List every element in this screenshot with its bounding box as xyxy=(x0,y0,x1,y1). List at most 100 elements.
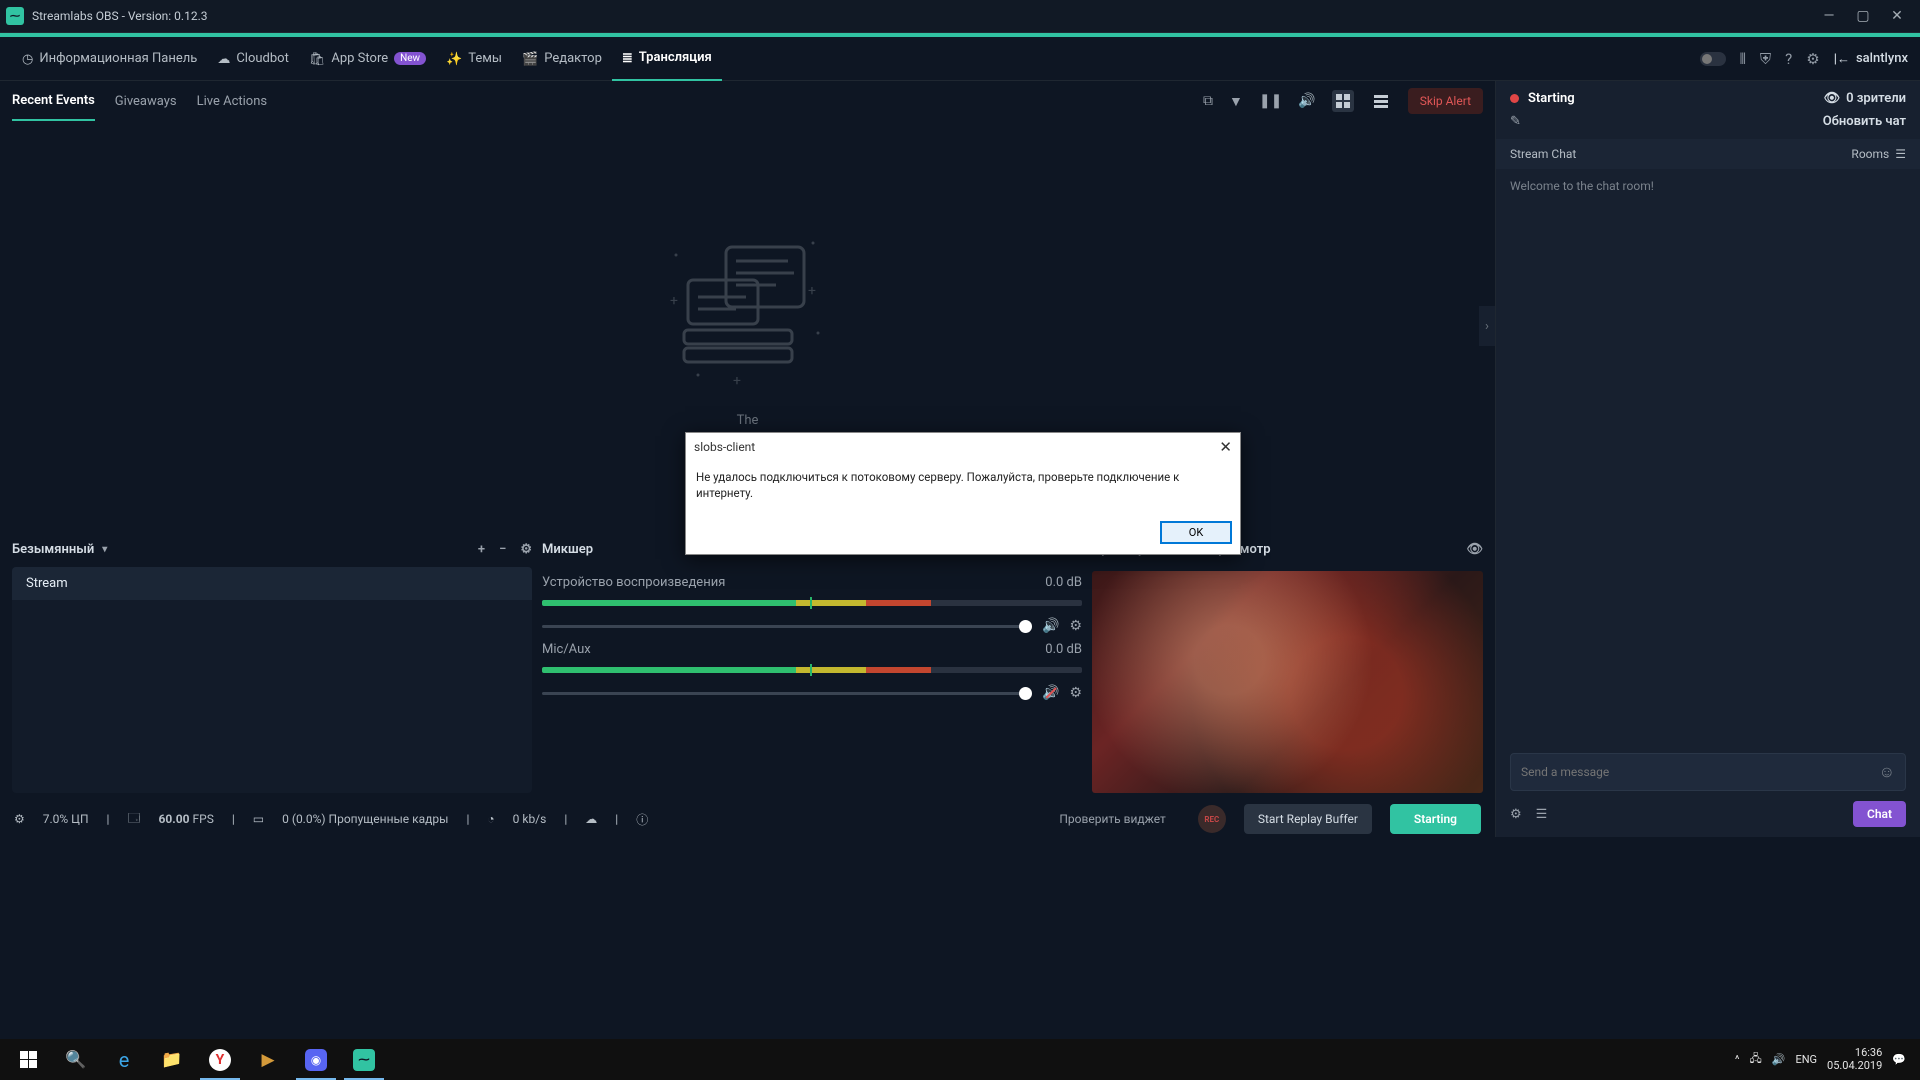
volume-slider[interactable] xyxy=(542,625,1032,628)
nav-editor[interactable]: 🎬Редактор xyxy=(512,37,612,81)
minimize-button[interactable]: ― xyxy=(1812,0,1846,33)
logout-icon: |← xyxy=(1834,51,1850,67)
speaker-muted-icon[interactable]: 🔊 xyxy=(1042,685,1059,701)
app-logo-icon: ⁓ xyxy=(6,7,24,25)
dialog-ok-button[interactable]: OK xyxy=(1160,521,1232,544)
cloud-status-icon[interactable]: ☁ xyxy=(585,812,597,826)
source-settings-button[interactable]: ⚙ xyxy=(520,542,532,557)
night-mode-toggle[interactable] xyxy=(1700,52,1726,66)
tray-notifications-icon[interactable]: 💬 xyxy=(1892,1053,1906,1066)
tray-clock[interactable]: 16:3605.04.2019 xyxy=(1827,1047,1882,1072)
add-source-button[interactable]: + xyxy=(478,542,485,557)
nav-live-label: Трансляция xyxy=(639,50,712,65)
nav-cloudbot[interactable]: ☁Cloudbot xyxy=(207,37,299,81)
nav-live[interactable]: ≣Трансляция xyxy=(612,37,722,81)
grid-view-icon[interactable] xyxy=(1332,90,1354,112)
taskbar-slobs[interactable]: ⁓ xyxy=(340,1039,388,1080)
taskbar-yandex[interactable]: Y xyxy=(196,1039,244,1080)
preview-canvas[interactable] xyxy=(1092,571,1483,793)
send-chat-button[interactable]: Chat xyxy=(1853,801,1906,827)
nav-editor-label: Редактор xyxy=(544,51,602,66)
mixer-item-name: Устройство воспроизведения xyxy=(542,575,725,590)
dashboard-icon: ◷ xyxy=(22,51,33,67)
settings-icon[interactable]: ⚙ xyxy=(1806,50,1819,68)
stream-status: Starting xyxy=(1528,91,1824,106)
nav-appstore[interactable]: 🛍App StoreNew xyxy=(299,37,436,81)
mute-alerts-icon[interactable]: 🔊 xyxy=(1298,93,1315,109)
skip-alert-button[interactable]: Skip Alert xyxy=(1408,88,1483,114)
expand-sidebar-button[interactable]: › xyxy=(1479,306,1495,346)
tray-expand-icon[interactable]: ^ xyxy=(1735,1053,1740,1066)
dropped-icon: ▭ xyxy=(253,812,264,826)
tray-network-icon[interactable]: 🖧 xyxy=(1749,1050,1761,1069)
mixer-item-settings-icon[interactable]: ⚙ xyxy=(1069,618,1082,634)
start-replay-button[interactable]: Start Replay Buffer xyxy=(1244,804,1372,834)
chat-input[interactable] xyxy=(1521,765,1879,779)
nav-themes-label: Темы xyxy=(468,51,502,66)
nav-dashboard[interactable]: ◷Информационная Панель xyxy=(12,37,207,81)
tray-time: 16:36 xyxy=(1827,1047,1882,1060)
mixer-item-name: Mic/Aux xyxy=(542,642,591,657)
svg-text:+: + xyxy=(670,293,678,309)
user-menu[interactable]: |← salntlynx xyxy=(1834,51,1908,67)
window-title: Streamlabs OBS - Version: 0.12.3 xyxy=(32,9,207,23)
cpu-usage: 7.0% ЦП xyxy=(43,812,89,826)
maximize-button[interactable]: ▢ xyxy=(1846,0,1880,33)
go-live-button[interactable]: Starting xyxy=(1390,804,1481,834)
list-view-icon[interactable] xyxy=(1370,90,1392,112)
taskbar-explorer[interactable]: 📁 xyxy=(148,1039,196,1080)
mixer-item-settings-icon[interactable]: ⚙ xyxy=(1069,685,1082,701)
username-label: salntlynx xyxy=(1856,51,1908,66)
mixer-title: Микшер xyxy=(542,542,593,557)
mixer-panel: Микшер ⚙ Устройство воспроизведения0.0 d… xyxy=(542,531,1082,793)
titlebar: ⁓ Streamlabs OBS - Version: 0.12.3 ― ▢ ✕ xyxy=(0,0,1920,33)
tab-giveaways[interactable]: Giveaways xyxy=(115,81,177,121)
bitrate-icon: ◔ xyxy=(487,812,494,826)
search-button[interactable]: 🔍 xyxy=(52,1039,100,1080)
taskbar-discord[interactable]: ◉ xyxy=(292,1039,340,1080)
new-badge: New xyxy=(394,52,426,65)
viewer-list-icon[interactable]: ☰ xyxy=(1536,807,1548,822)
source-item[interactable]: Stream xyxy=(12,567,532,600)
refresh-chat-button[interactable]: Обновить чат xyxy=(1823,114,1906,129)
help-icon[interactable]: ? xyxy=(1785,50,1792,68)
popout-icon[interactable]: ⧉ xyxy=(1203,93,1213,109)
tray-language[interactable]: ENG xyxy=(1795,1053,1817,1066)
chat-settings-icon[interactable]: ⚙ xyxy=(1510,807,1522,822)
emoji-picker-icon[interactable]: ☺ xyxy=(1879,762,1895,782)
tray-date: 05.04.2019 xyxy=(1827,1060,1882,1073)
tray-volume-icon[interactable]: 🔊 xyxy=(1772,1053,1786,1066)
wand-icon: ✨ xyxy=(446,51,462,67)
scene-selector[interactable]: Безымянный▾ xyxy=(12,542,107,557)
pause-icon[interactable]: ❚❚ xyxy=(1259,93,1282,109)
taskbar-edge[interactable]: e xyxy=(100,1039,148,1080)
rooms-selector[interactable]: Rooms☰ xyxy=(1851,147,1906,161)
svg-text:+: + xyxy=(808,283,816,299)
taskbar-app1[interactable]: ▶ xyxy=(244,1039,292,1080)
close-button[interactable]: ✕ xyxy=(1880,0,1914,33)
shield-icon[interactable]: ⛨ xyxy=(1760,50,1771,68)
nav-themes[interactable]: ✨ Темы xyxy=(436,37,512,81)
check-widget-button[interactable]: Проверить виджет xyxy=(1045,804,1179,834)
tab-recent-events[interactable]: Recent Events xyxy=(12,81,95,121)
record-button[interactable]: REC xyxy=(1198,805,1226,833)
chat-welcome-text: Welcome to the chat room! xyxy=(1510,179,1906,193)
speaker-icon[interactable]: 🔊 xyxy=(1042,618,1059,634)
audio-meter xyxy=(542,600,1082,606)
stats-icon[interactable]: ⫴ xyxy=(1740,50,1746,68)
mixer-item: Устройство воспроизведения0.0 dB 🔊 ⚙ xyxy=(542,575,1082,634)
chat-messages: Welcome to the chat room! xyxy=(1496,169,1920,743)
start-button[interactable] xyxy=(4,1039,52,1080)
top-nav: ◷Информационная Панель ☁Cloudbot 🛍App St… xyxy=(0,37,1920,81)
preview-visibility-icon[interactable]: 👁 xyxy=(1466,542,1483,557)
edit-stream-info-button[interactable]: ✎ xyxy=(1510,114,1521,129)
info-icon[interactable]: ⓘ xyxy=(636,811,648,828)
tab-live-actions[interactable]: Live Actions xyxy=(197,81,268,121)
dropped-frames: 0 (0.0%) Пропущенные кадры xyxy=(282,812,448,826)
dialog-close-button[interactable]: ✕ xyxy=(1219,438,1232,456)
filter-icon[interactable]: ▼ xyxy=(1229,93,1243,110)
remove-source-button[interactable]: − xyxy=(499,542,506,557)
bag-icon: 🛍 xyxy=(309,51,326,67)
volume-slider[interactable] xyxy=(542,692,1032,695)
rooms-label: Rooms xyxy=(1851,147,1889,161)
